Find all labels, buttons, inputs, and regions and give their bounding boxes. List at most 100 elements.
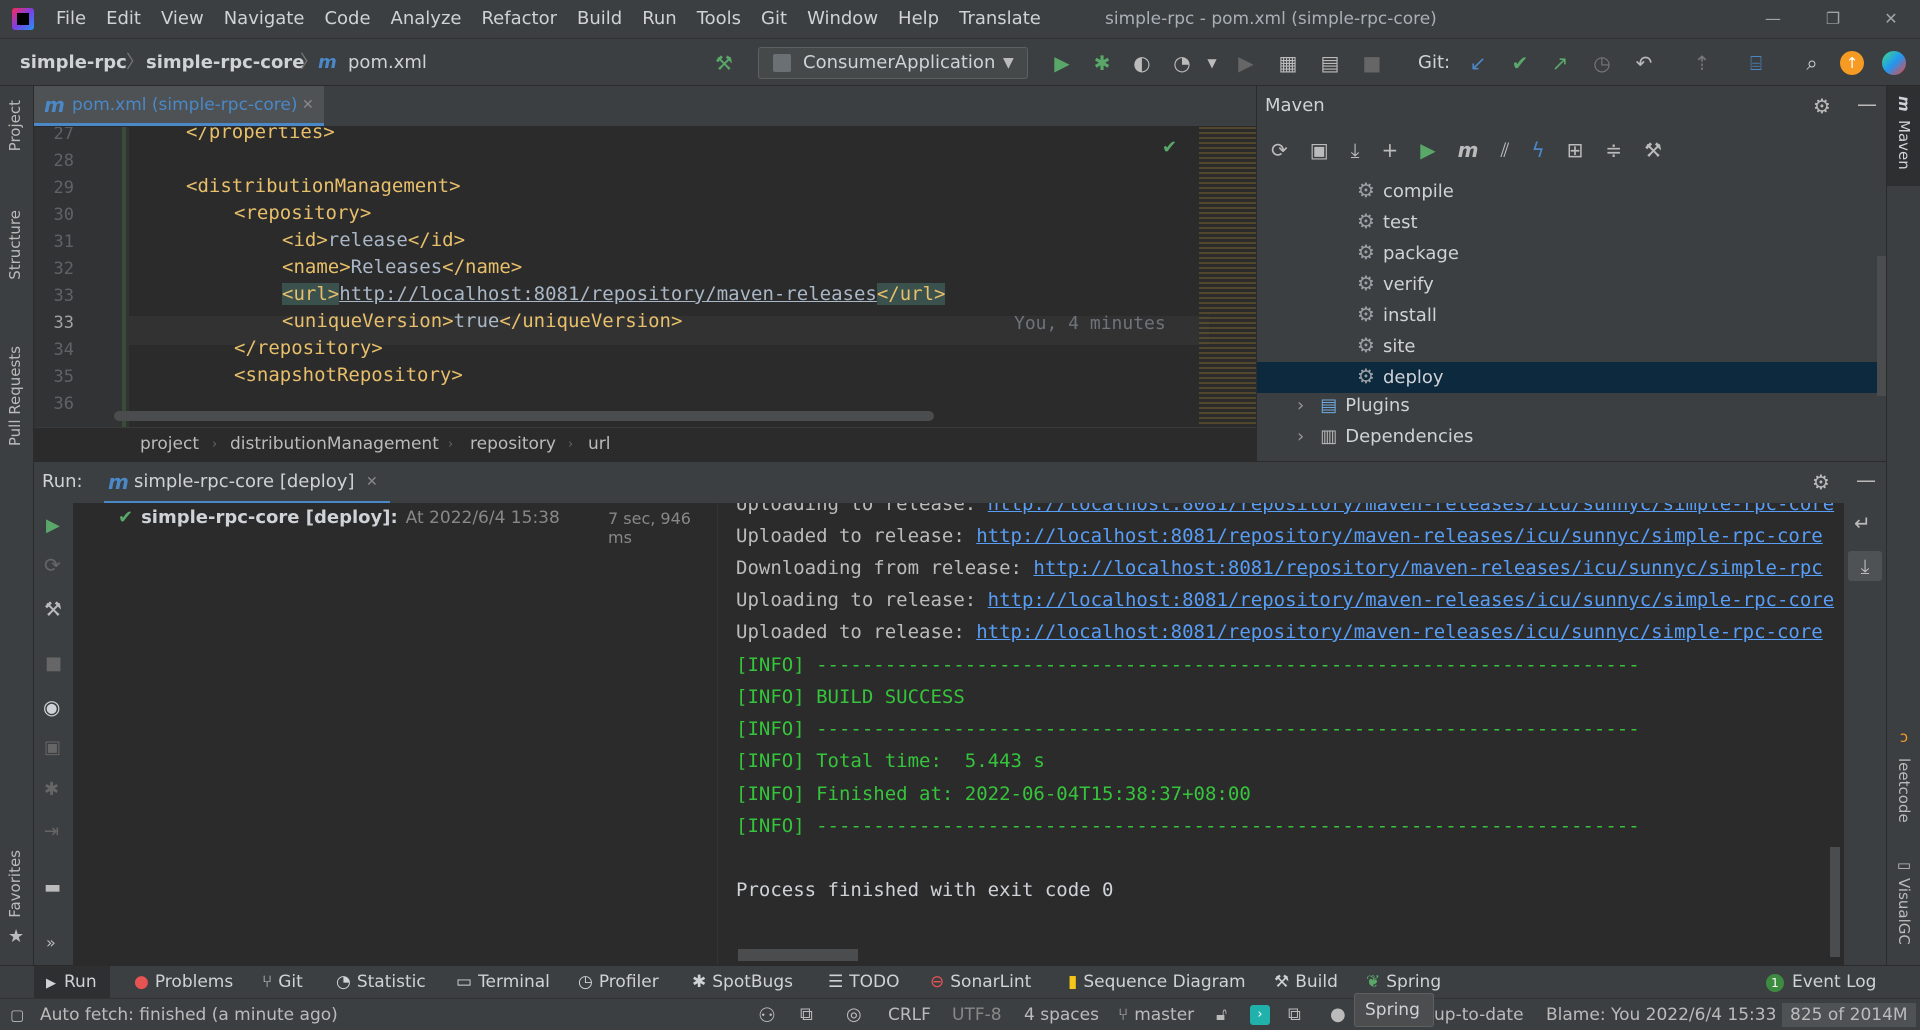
run-maven-icon[interactable]: ▶	[1420, 138, 1435, 162]
minimize-icon[interactable]: —	[1750, 0, 1796, 38]
menu-run[interactable]: Run	[632, 0, 687, 38]
memory-indicator[interactable]: 825 of 2014M	[1782, 1003, 1916, 1027]
update-icon[interactable]: ↑	[1840, 51, 1864, 75]
collapse-all-icon[interactable]: ≑	[1605, 138, 1622, 162]
menu-git[interactable]: Git	[751, 0, 797, 38]
xml-crumb-url[interactable]: url	[588, 428, 611, 461]
services-icon[interactable]: ▤	[1318, 51, 1342, 75]
show-dependencies-icon[interactable]: ⊞	[1567, 138, 1584, 162]
coverage-icon[interactable]: ◐	[1130, 51, 1154, 75]
tool-tab-leetcode[interactable]: leetcode	[1895, 758, 1913, 823]
layout-icon[interactable]: ▬	[44, 877, 61, 898]
code-editor[interactable]: 27 28 29 30 31 32 33 33 34 35 36 </prope…	[34, 127, 1256, 427]
menu-file[interactable]: File	[46, 0, 96, 38]
menu-edit[interactable]: Edit	[96, 0, 151, 38]
jetbrains-toolbox-icon[interactable]	[1882, 51, 1906, 75]
tool-tab-favorites[interactable]: Favorites	[6, 850, 24, 918]
xml-crumb-repository[interactable]: repository	[470, 428, 556, 461]
tool-build[interactable]: ⚒ Build	[1274, 966, 1338, 999]
menu-analyze[interactable]: Analyze	[381, 0, 472, 38]
maven-goal-site[interactable]: ⚙ site	[1357, 333, 1415, 357]
file-encoding[interactable]: UTF-8	[952, 999, 1002, 1030]
breadcrumb-project[interactable]: simple-rpc	[20, 39, 127, 86]
inspection-icon[interactable]: ⚇	[758, 999, 776, 1030]
tool-tab-maven[interactable]: Maven	[1895, 120, 1913, 170]
reload-icon[interactable]: ⟳	[1271, 138, 1288, 162]
tool-tab-pull-requests[interactable]: Pull Requests	[6, 346, 24, 446]
event-icon[interactable]: ⧉	[800, 999, 813, 1030]
git-update-icon[interactable]: ↙	[1466, 51, 1490, 75]
chevron-down-icon[interactable]: ▼	[1200, 51, 1224, 75]
maven-goal-test[interactable]: ⚙ test	[1357, 209, 1418, 233]
menu-window[interactable]: Window	[797, 0, 888, 38]
breadcrumb-module[interactable]: simple-rpc-core	[146, 39, 304, 86]
menu-view[interactable]: View	[151, 0, 214, 38]
gear-icon[interactable]: ⚙	[1813, 94, 1831, 118]
tool-profiler[interactable]: ◷ Profiler	[578, 966, 659, 999]
menu-build[interactable]: Build	[567, 0, 632, 38]
breadcrumb-file[interactable]: pom.xml	[348, 39, 427, 86]
more-icon[interactable]: »	[46, 933, 56, 952]
gear-icon[interactable]: ⚙	[1812, 470, 1830, 494]
console-vertical-scrollbar[interactable]	[1830, 847, 1840, 957]
close-tab-icon[interactable]: ✕	[366, 462, 378, 502]
generate-sources-icon[interactable]: ▣	[1310, 138, 1329, 162]
close-tab-icon[interactable]: ✕	[302, 86, 314, 124]
build-hammer-icon[interactable]: ⚒	[712, 51, 736, 75]
tool-run[interactable]: ▶ Run	[46, 966, 97, 1000]
attach-debugger-icon[interactable]: ▦	[1276, 51, 1300, 75]
editor-tab-pom[interactable]: m pom.xml (simple-rpc-core) ✕	[34, 86, 324, 126]
console-link[interactable]: http://localhost:8081/repository/maven-r…	[988, 589, 1834, 611]
tool-sonarlint[interactable]: ⊖ SonarLint	[930, 966, 1031, 999]
menu-translate[interactable]: Translate	[949, 0, 1051, 38]
spring-popup[interactable]: Spring	[1354, 993, 1434, 1027]
scroll-to-end-icon[interactable]: ⤓	[1848, 551, 1882, 581]
maven-goal-install[interactable]: ⚙ install	[1357, 302, 1437, 326]
restore-icon[interactable]: ❐	[1810, 0, 1856, 38]
tool-tab-project[interactable]: Project	[6, 100, 24, 151]
download-icon[interactable]: ⤓	[1351, 138, 1360, 162]
tool-tab-visualgc[interactable]: VisualGC	[1895, 878, 1913, 945]
console-link[interactable]: http://localhost:8081/repository/maven-r…	[988, 503, 1834, 515]
profile-icon[interactable]: ◔	[1170, 51, 1194, 75]
maven-group-dependencies[interactable]: › ▥ Dependencies	[1297, 426, 1473, 447]
tool-git[interactable]: ⑂ Git	[262, 966, 303, 999]
eye-icon[interactable]: ◉	[43, 695, 60, 719]
menu-code[interactable]: Code	[314, 0, 380, 38]
line-separator[interactable]: CRLF	[888, 999, 931, 1030]
close-window-icon[interactable]: ✕	[1868, 0, 1914, 38]
menu-refactor[interactable]: Refactor	[471, 0, 567, 38]
xml-crumb-project[interactable]: project	[140, 428, 199, 461]
search-icon[interactable]: ⌕	[1800, 51, 1824, 75]
console-horizontal-scrollbar[interactable]	[738, 949, 858, 961]
tool-terminal[interactable]: ▭ Terminal	[456, 966, 550, 999]
hide-panel-icon[interactable]: —	[1857, 92, 1877, 116]
git-push-icon[interactable]: ↗	[1548, 51, 1572, 75]
maven-goal-verify[interactable]: ⚙ verify	[1357, 271, 1434, 295]
execute-goal-icon[interactable]: m	[1458, 138, 1479, 162]
tool-tab-structure[interactable]: Structure	[6, 210, 24, 280]
settings-wrench-icon[interactable]: ⚒	[1644, 138, 1662, 162]
memory-icon[interactable]: ◎	[846, 999, 862, 1030]
translate-icon[interactable]: ⌸	[1744, 51, 1768, 75]
menu-tools[interactable]: Tools	[687, 0, 751, 38]
add-icon[interactable]: +	[1382, 138, 1399, 162]
copy-icon[interactable]: ⧉	[1288, 999, 1301, 1030]
hide-panel-icon[interactable]: —	[1856, 468, 1876, 492]
tool-sequence-diagram[interactable]: ▮ Sequence Diagram	[1068, 966, 1246, 999]
tool-event-log[interactable]: 1 Event Log	[1766, 966, 1876, 999]
xml-crumb-distribution[interactable]: distributionManagement	[230, 428, 439, 461]
lock-icon[interactable]: 🔓︎	[1216, 999, 1227, 1030]
run-configuration-select[interactable]: ConsumerApplication ▼	[758, 47, 1028, 79]
run-tree-item[interactable]: ✔ simple-rpc-core [deploy]: At 2022/6/4 …	[118, 507, 560, 528]
horizontal-scrollbar[interactable]	[114, 411, 934, 421]
menu-help[interactable]: Help	[888, 0, 949, 38]
run-icon[interactable]: ▶	[1050, 51, 1074, 75]
menu-navigate[interactable]: Navigate	[214, 0, 315, 38]
wrench-icon[interactable]: ⚒	[44, 597, 62, 621]
soft-wrap-icon[interactable]: ↵	[1854, 511, 1871, 535]
maven-goal-deploy[interactable]: ⚙ deploy	[1357, 364, 1444, 388]
console-link[interactable]: http://localhost:8081/repository/maven-r…	[976, 525, 1822, 547]
skip-tests-icon[interactable]: ϟ	[1531, 138, 1544, 162]
toggle-offline-icon[interactable]: ⫽	[1501, 138, 1510, 162]
